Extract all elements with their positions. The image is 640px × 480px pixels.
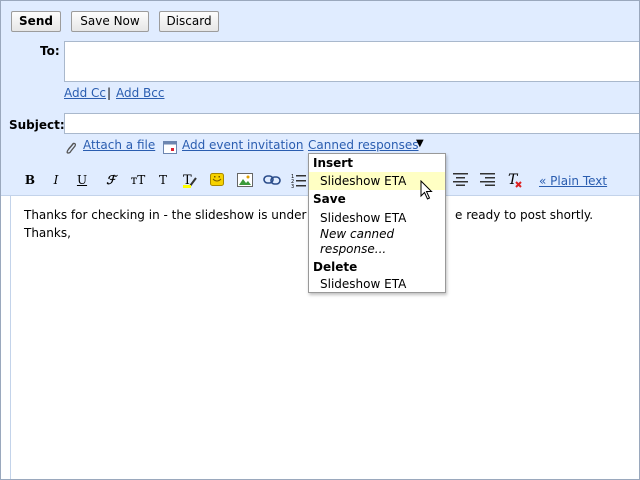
- new-canned-response-line-1[interactable]: New canned: [309, 227, 445, 242]
- mouse-pointer-icon: [420, 179, 434, 204]
- add-event-invitation-link[interactable]: Add event invitation: [182, 138, 303, 152]
- delete-slideshow-eta[interactable]: Slideshow ETA: [309, 276, 445, 292]
- highlight-icon[interactable]: T: [182, 172, 198, 191]
- canned-responses-link[interactable]: Canned responses: [308, 138, 419, 152]
- canned-responses-menu: Insert Slideshow ETA Save Slideshow ETA …: [308, 153, 446, 293]
- plain-text-link[interactable]: « Plain Text: [539, 174, 607, 188]
- save-slideshow-eta[interactable]: Slideshow ETA: [309, 209, 445, 227]
- discard-button[interactable]: Discard: [159, 11, 219, 32]
- insert-header: Insert: [313, 156, 353, 170]
- smiley-icon[interactable]: [210, 173, 224, 189]
- add-bcc-link[interactable]: Add Bcc: [116, 86, 164, 100]
- text-color-button[interactable]: T: [155, 172, 171, 188]
- subject-field[interactable]: [64, 113, 639, 134]
- cc-bcc-separator: |: [107, 86, 112, 100]
- compose-window: Send Save Now Discard To: Add Cc | Add B…: [0, 0, 640, 480]
- save-header: Save: [313, 192, 346, 206]
- remove-formatting-icon[interactable]: T: [507, 171, 523, 191]
- calendar-icon[interactable]: [163, 140, 177, 157]
- to-label: To:: [40, 44, 60, 58]
- font-button[interactable]: ℱ: [101, 172, 121, 188]
- align-center-icon[interactable]: [453, 173, 468, 189]
- link-icon[interactable]: [263, 174, 281, 189]
- add-cc-link[interactable]: Add Cc: [64, 86, 106, 100]
- align-right-icon[interactable]: [480, 173, 495, 189]
- message-line-1-right: e ready to post shortly.: [455, 208, 594, 222]
- delete-header: Delete: [313, 260, 358, 274]
- attach-file-link[interactable]: Attach a file: [83, 138, 155, 152]
- bold-button[interactable]: B: [23, 172, 37, 188]
- compose-header: Send Save Now Discard To: Add Cc | Add B…: [1, 1, 639, 165]
- insert-image-icon[interactable]: [237, 173, 253, 190]
- numbered-list-icon[interactable]: 123: [291, 172, 307, 191]
- send-button[interactable]: Send: [11, 11, 61, 32]
- svg-text:3: 3: [291, 184, 294, 188]
- new-canned-response-line-2[interactable]: response...: [309, 242, 445, 257]
- underline-button[interactable]: U: [75, 172, 89, 188]
- italic-button[interactable]: I: [49, 172, 63, 188]
- font-size-button[interactable]: тT: [127, 172, 149, 188]
- to-field[interactable]: [64, 41, 639, 82]
- message-line-1-left: Thanks for checking in - the slideshow i…: [24, 208, 307, 222]
- message-line-2: Thanks,: [24, 226, 71, 240]
- chevron-down-icon[interactable]: ▼: [416, 138, 424, 149]
- save-now-button[interactable]: Save Now: [71, 11, 149, 32]
- subject-label: Subject:: [9, 118, 65, 132]
- paperclip-icon[interactable]: [64, 140, 78, 158]
